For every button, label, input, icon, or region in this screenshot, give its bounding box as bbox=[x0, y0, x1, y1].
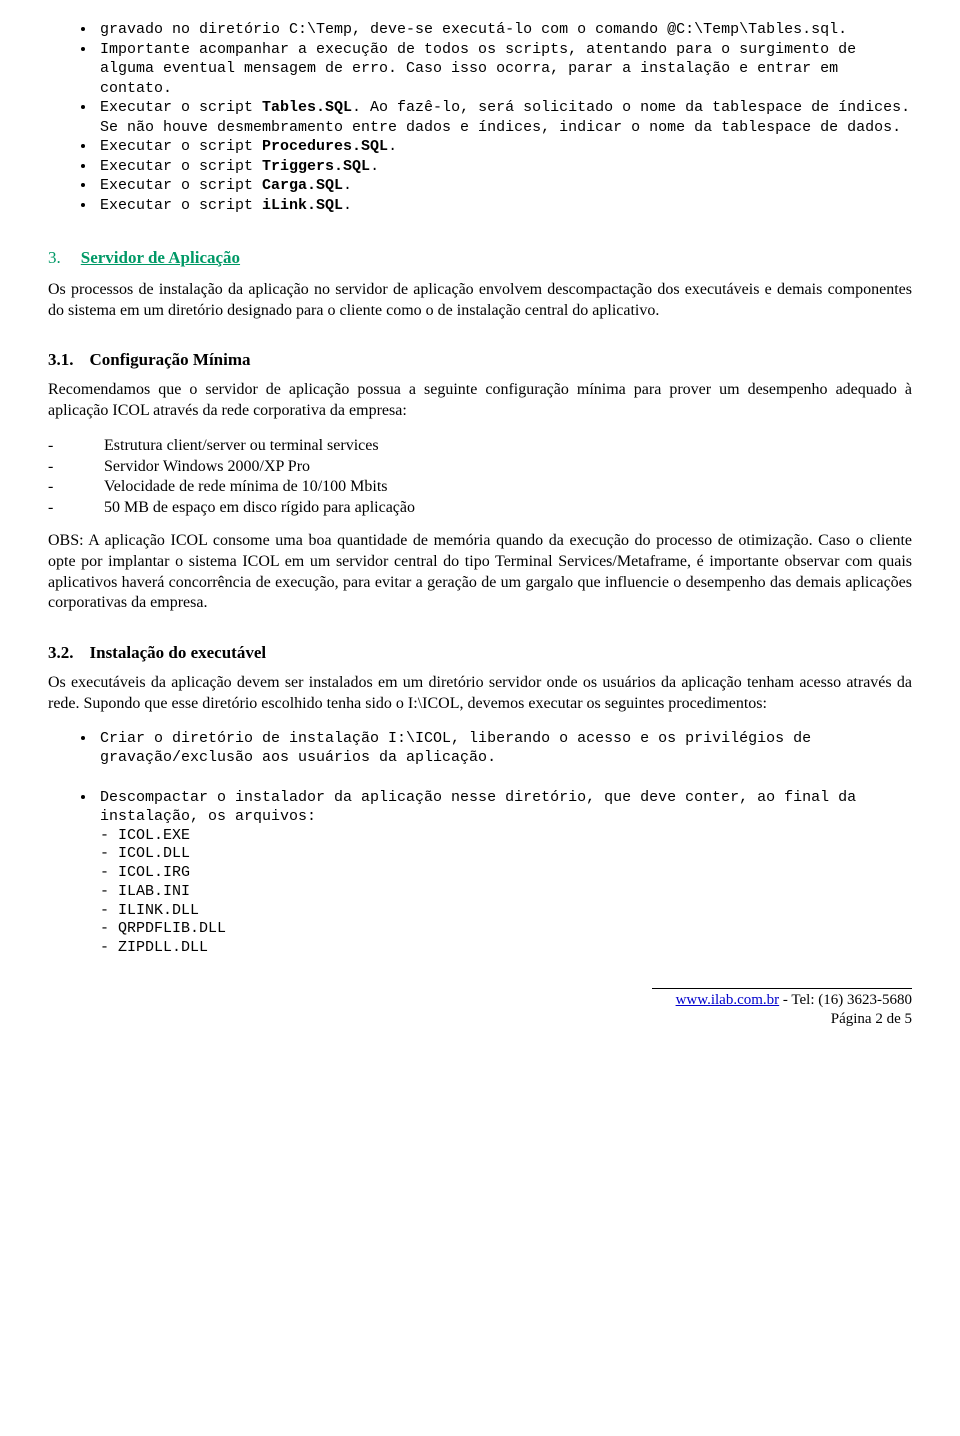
script-name: Procedures.SQL bbox=[262, 138, 388, 155]
file-item: - ICOL.IRG bbox=[100, 864, 912, 883]
bullet-text: Importante acompanhar a execução de todo… bbox=[100, 41, 856, 97]
file-item: - ICOL.DLL bbox=[100, 845, 912, 864]
footer-tel: - Tel: (16) 3623-5680 bbox=[779, 992, 912, 1008]
list-item: -Estrutura client/server ou terminal ser… bbox=[48, 436, 912, 457]
list-item: -50 MB de espaço em disco rígido para ap… bbox=[48, 498, 912, 519]
script-name: iLink.SQL bbox=[262, 197, 343, 214]
bullet-item: Importante acompanhar a execução de todo… bbox=[96, 40, 912, 99]
dash-icon: - bbox=[48, 457, 104, 478]
bullet-item: gravado no diretório C:\Temp, deve-se ex… bbox=[96, 20, 912, 40]
section-title: Servidor de Aplicação bbox=[81, 248, 240, 267]
list-text: Estrutura client/server ou terminal serv… bbox=[104, 436, 379, 457]
script-name: Tables.SQL bbox=[262, 99, 352, 116]
subsection-intro: Recomendamos que o servidor de aplicação… bbox=[48, 380, 912, 422]
bullet-text: Executar o script bbox=[100, 177, 262, 194]
top-bullet-list: gravado no diretório C:\Temp, deve-se ex… bbox=[48, 20, 912, 215]
config-list: -Estrutura client/server ou terminal ser… bbox=[48, 436, 912, 519]
dash-icon: - bbox=[48, 436, 104, 457]
footer-page: Página 2 de 5 bbox=[652, 1010, 912, 1030]
subsection-title: Instalação do executável bbox=[90, 643, 267, 662]
section-heading-3: 3. Servidor de Aplicação bbox=[48, 247, 912, 270]
file-item: - ICOL.EXE bbox=[100, 827, 912, 846]
list-text: 50 MB de espaço em disco rígido para apl… bbox=[104, 498, 415, 519]
install-steps-list: Criar o diretório de instalação I:\ICOL,… bbox=[48, 729, 912, 768]
subsection-number: 3.1. bbox=[48, 350, 74, 369]
bullet-item: Executar o script iLink.SQL. bbox=[96, 196, 912, 216]
section-heading-32: 3.2. Instalação do executável bbox=[48, 642, 912, 665]
bullet-text: . bbox=[343, 197, 352, 214]
section-number: 3. bbox=[48, 248, 61, 267]
bullet-text: Descompactar o instalador da aplicação n… bbox=[100, 789, 856, 826]
bullet-text: gravado no diretório C:\Temp, deve-se ex… bbox=[100, 21, 847, 38]
subsection-title: Configuração Mínima bbox=[90, 350, 251, 369]
obs-paragraph: OBS: A aplicação ICOL consome uma boa qu… bbox=[48, 531, 912, 614]
footer-link[interactable]: www.ilab.com.br bbox=[676, 992, 780, 1008]
bullet-text: Criar o diretório de instalação I:\ICOL,… bbox=[100, 730, 811, 767]
bullet-item: Descompactar o instalador da aplicação n… bbox=[96, 788, 912, 958]
bullet-item: Criar o diretório de instalação I:\ICOL,… bbox=[96, 729, 912, 768]
list-item: -Velocidade de rede mínima de 10/100 Mbi… bbox=[48, 477, 912, 498]
bullet-item: Executar o script Triggers.SQL. bbox=[96, 157, 912, 177]
list-item: -Servidor Windows 2000/XP Pro bbox=[48, 457, 912, 478]
bullet-item: Executar o script Tables.SQL. Ao fazê-lo… bbox=[96, 98, 912, 137]
file-item: - QRPDFLIB.DLL bbox=[100, 920, 912, 939]
page-footer: www.ilab.com.br - Tel: (16) 3623-5680 Pá… bbox=[652, 988, 912, 1030]
bullet-text: . bbox=[370, 158, 379, 175]
section-intro: Os processos de instalação da aplicação … bbox=[48, 280, 912, 322]
script-name: Triggers.SQL bbox=[262, 158, 370, 175]
bullet-text: Executar o script bbox=[100, 99, 262, 116]
list-text: Velocidade de rede mínima de 10/100 Mbit… bbox=[104, 477, 387, 498]
script-name: Carga.SQL bbox=[262, 177, 343, 194]
dash-icon: - bbox=[48, 477, 104, 498]
bullet-text: Executar o script bbox=[100, 158, 262, 175]
bullet-text: . bbox=[388, 138, 397, 155]
bullet-text: . bbox=[343, 177, 352, 194]
bullet-text: Executar o script bbox=[100, 138, 262, 155]
file-list: - ICOL.EXE - ICOL.DLL - ICOL.IRG - ILAB.… bbox=[100, 827, 912, 958]
file-item: - ILINK.DLL bbox=[100, 902, 912, 921]
bullet-item: Executar o script Carga.SQL. bbox=[96, 176, 912, 196]
bullet-text: Executar o script bbox=[100, 197, 262, 214]
install-steps-list-2: Descompactar o instalador da aplicação n… bbox=[48, 788, 912, 958]
bullet-item: Executar o script Procedures.SQL. bbox=[96, 137, 912, 157]
subsection-number: 3.2. bbox=[48, 643, 74, 662]
list-text: Servidor Windows 2000/XP Pro bbox=[104, 457, 310, 478]
dash-icon: - bbox=[48, 498, 104, 519]
file-item: - ZIPDLL.DLL bbox=[100, 939, 912, 958]
section-heading-31: 3.1. Configuração Mínima bbox=[48, 349, 912, 372]
file-item: - ILAB.INI bbox=[100, 883, 912, 902]
subsection-intro: Os executáveis da aplicação devem ser in… bbox=[48, 673, 912, 715]
